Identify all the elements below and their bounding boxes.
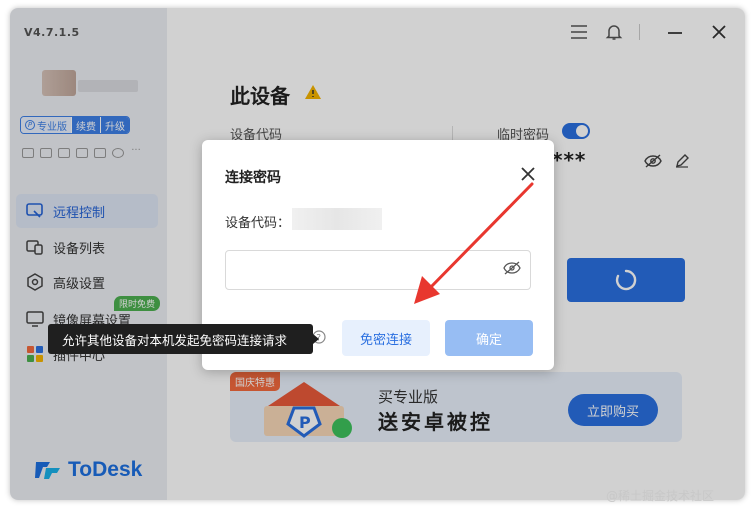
confirm-button[interactable]: 确定 bbox=[445, 320, 533, 356]
device-code-blurred bbox=[292, 208, 382, 230]
dialog-device-code-label: 设备代码： bbox=[225, 216, 291, 231]
password-free-connect-button[interactable]: 免密连接 bbox=[342, 320, 430, 356]
watermark: @稀土掘金技术社区 bbox=[606, 489, 715, 503]
app-window: V4.7.1.5 P 专业版 续费 升级 ··· 远程控制 设备列表 高级设置 … bbox=[10, 8, 745, 500]
annotation-arrow-icon bbox=[414, 182, 534, 304]
tooltip: 允许其他设备对本机发起免密码连接请求 bbox=[48, 324, 319, 354]
dialog-title: 连接密码 bbox=[225, 170, 281, 186]
